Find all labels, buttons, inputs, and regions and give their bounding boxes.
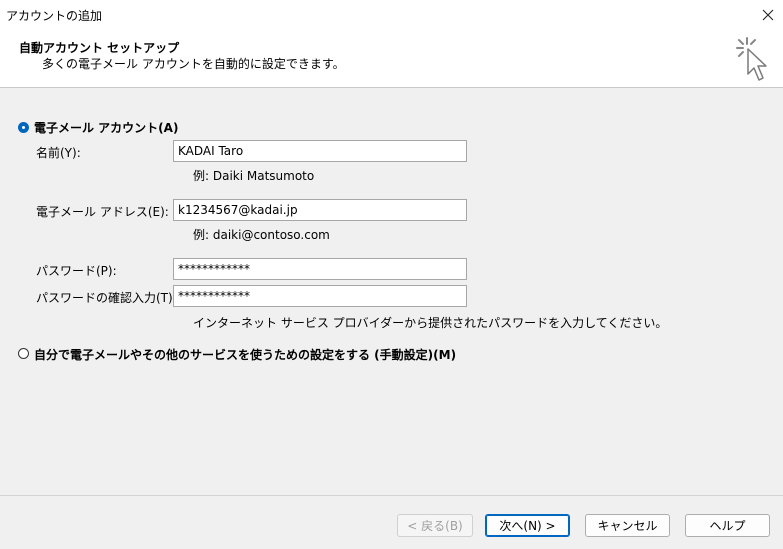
header-subtitle: 多くの電子メール アカウントを自動的に設定できます。	[42, 57, 345, 71]
next-button[interactable]: 次へ(N) >	[485, 514, 570, 537]
password-field[interactable]: ************	[173, 258, 467, 280]
window-title: アカウントの追加	[6, 9, 103, 23]
confirm-password-label: パスワードの確認入力(T):	[36, 291, 177, 305]
back-button[interactable]: < 戻る(B)	[397, 514, 473, 537]
email-account-label[interactable]: 電子メール アカウント(A)	[34, 119, 178, 136]
help-button[interactable]: ヘルプ	[685, 514, 770, 537]
confirm-password-field[interactable]: ************	[173, 285, 467, 307]
name-example: 例: Daiki Matsumoto	[193, 169, 315, 183]
password-label: パスワード(P):	[36, 264, 117, 278]
password-hint: インターネット サービス プロバイダーから提供されたパスワードを入力してください…	[193, 316, 668, 330]
footer-divider	[0, 495, 783, 496]
email-label: 電子メール アドレス(E):	[36, 205, 169, 219]
header-title: 自動アカウント セットアップ	[19, 41, 180, 55]
manual-setup-label[interactable]: 自分で電子メールやその他のサービスを使うための設定をする (手動設定)(M)	[34, 346, 456, 363]
wizard-header: 自動アカウント セットアップ 多くの電子メール アカウントを自動的に設定できます…	[0, 30, 783, 88]
email-example: 例: daiki@contoso.com	[193, 228, 330, 242]
email-account-radio[interactable]	[18, 122, 29, 133]
title-bar: アカウントの追加	[0, 0, 783, 30]
name-field[interactable]: KADAI Taro	[173, 140, 467, 162]
name-label: 名前(Y):	[36, 146, 81, 160]
close-icon[interactable]	[753, 0, 783, 30]
wizard-cursor-icon	[736, 37, 767, 81]
email-field[interactable]: k1234567@kadai.jp	[173, 199, 467, 221]
manual-setup-radio[interactable]	[18, 348, 29, 359]
cancel-button[interactable]: キャンセル	[585, 514, 670, 537]
